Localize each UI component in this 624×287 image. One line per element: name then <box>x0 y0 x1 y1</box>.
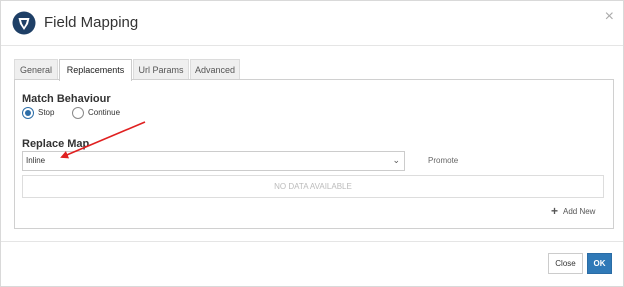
radio-continue[interactable]: Continue <box>72 107 122 119</box>
tab-url-params[interactable]: Url Params <box>133 59 189 80</box>
plus-icon: + <box>551 204 559 218</box>
replace-map-select[interactable]: Inline ⌄ <box>22 151 405 171</box>
close-button[interactable]: Close <box>548 253 583 274</box>
dialog-header: Field Mapping × <box>1 1 623 46</box>
field-mapping-dialog: Field Mapping × General Replacements Url… <box>0 0 624 287</box>
tab-bar: General Replacements Url Params Advanced <box>14 59 612 81</box>
footer-divider <box>1 241 623 242</box>
close-icon[interactable]: × <box>605 8 614 26</box>
ok-button[interactable]: OK <box>587 253 612 274</box>
match-behaviour-title: Match Behaviour <box>22 93 111 105</box>
radio-stop-label: Stop <box>38 108 55 117</box>
tab-replacements[interactable]: Replacements <box>59 59 132 81</box>
promote-label: Promote <box>428 156 459 165</box>
shield-logo-icon <box>12 11 36 35</box>
radio-continue-label: Continue <box>88 108 121 117</box>
chevron-down-icon: ⌄ <box>392 155 400 165</box>
dialog-title: Field Mapping <box>44 14 139 31</box>
replace-map-selected-value: Inline <box>26 156 46 165</box>
tab-general[interactable]: General <box>14 59 58 80</box>
radio-stop-circle[interactable] <box>22 107 34 119</box>
tab-advanced[interactable]: Advanced <box>190 59 240 80</box>
add-new-label: Add New <box>563 207 596 216</box>
radio-stop[interactable]: Stop <box>22 107 58 119</box>
replace-map-title: Replace Map <box>22 138 90 150</box>
radio-continue-circle[interactable] <box>72 107 84 119</box>
no-data-message: NO DATA AVAILABLE <box>22 175 604 198</box>
